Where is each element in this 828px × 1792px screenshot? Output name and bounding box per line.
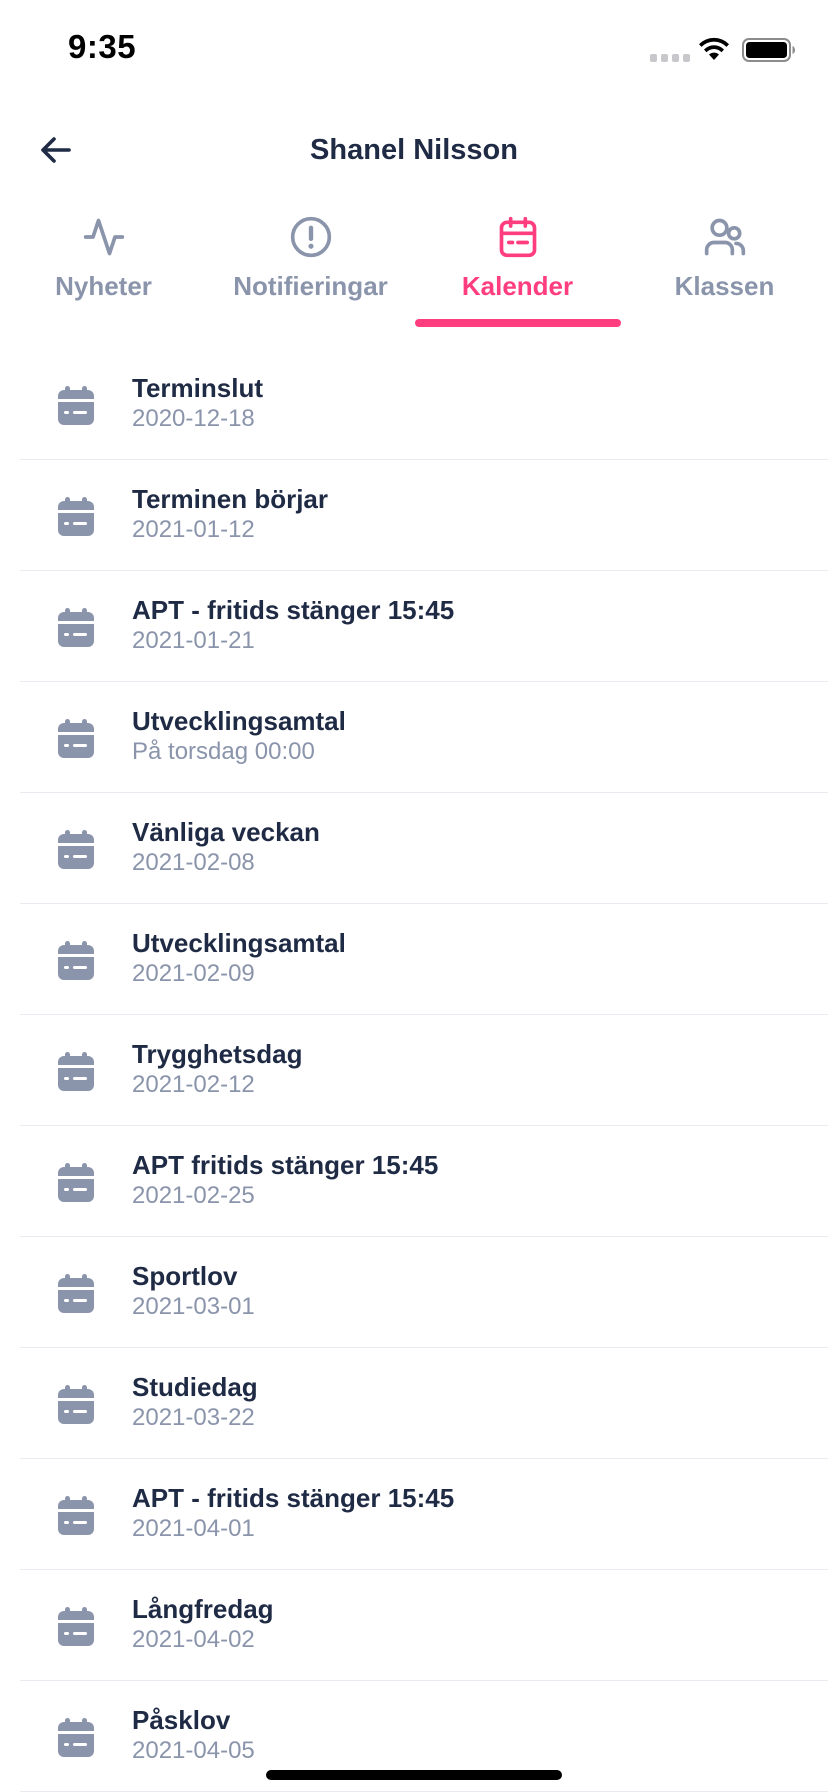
calendar-icon <box>58 386 94 425</box>
list-item[interactable]: APT - fritids stänger 15:45 2021-04-01 <box>20 1459 828 1570</box>
event-title: Påsklov <box>132 1705 231 1735</box>
event-date: 2021-03-01 <box>132 1293 255 1320</box>
users-icon <box>703 215 747 259</box>
event-date: På torsdag 00:00 <box>132 738 315 765</box>
calendar-icon <box>58 830 94 869</box>
list-item[interactable]: Utvecklingsamtal 2021-02-09 <box>20 904 828 1015</box>
tab-label: Notifieringar <box>233 271 388 301</box>
list-item[interactable]: Trygghetsdag 2021-02-12 <box>20 1015 828 1126</box>
event-date: 2021-01-21 <box>132 627 255 654</box>
event-date: 2021-04-05 <box>132 1737 255 1764</box>
list-item[interactable]: Utvecklingsamtal På torsdag 00:00 <box>20 682 828 793</box>
event-title: Sportlov <box>132 1261 238 1291</box>
calendar-icon <box>58 719 94 758</box>
event-date: 2021-04-02 <box>132 1626 255 1653</box>
calendar-icon <box>58 1052 94 1091</box>
event-title: Långfredag <box>132 1594 274 1624</box>
event-title: Utvecklingsamtal <box>132 706 346 736</box>
calendar-icon <box>58 1496 94 1535</box>
event-list: Terminslut 2020-12-18 Terminen börjar 20… <box>20 349 828 1792</box>
calendar-icon <box>58 941 94 980</box>
tab-label: Klassen <box>674 271 775 301</box>
calendar-icon <box>58 1385 94 1424</box>
alert-circle-icon <box>289 215 333 259</box>
event-title: APT fritids stänger 15:45 <box>132 1150 439 1180</box>
event-date: 2021-04-01 <box>132 1515 255 1542</box>
event-date: 2021-02-12 <box>132 1071 255 1098</box>
activity-icon <box>82 215 126 259</box>
calendar-icon <box>58 1163 94 1202</box>
tab-nyheter[interactable]: Nyheter <box>0 215 207 330</box>
status-time: 9:35 <box>68 28 137 65</box>
calendar-icon <box>58 497 94 536</box>
event-date: 2021-02-25 <box>132 1182 255 1209</box>
event-title: Trygghetsdag <box>132 1039 303 1069</box>
event-title: Studiedag <box>132 1372 258 1402</box>
event-date: 2021-02-08 <box>132 849 255 876</box>
list-item[interactable]: APT fritids stänger 15:45 2021-02-25 <box>20 1126 828 1237</box>
event-title: Vänliga veckan <box>132 817 320 847</box>
tab-notifieringar[interactable]: Notifieringar <box>207 215 414 330</box>
event-date: 2021-03-22 <box>132 1404 255 1431</box>
event-date: 2021-02-09 <box>132 960 255 987</box>
tab-kalender[interactable]: Kalender <box>414 215 621 330</box>
tab-bar: Nyheter Notifieringar Kalender Klassen <box>0 215 828 330</box>
event-title: APT - fritids stänger 15:45 <box>132 595 455 625</box>
list-item[interactable]: Sportlov 2021-03-01 <box>20 1237 828 1348</box>
calendar-icon <box>496 215 540 259</box>
wifi-icon <box>699 37 729 60</box>
header: Shanel Nilsson <box>0 110 828 190</box>
event-date: 2021-01-12 <box>132 516 255 543</box>
calendar-icon <box>58 1607 94 1646</box>
list-item[interactable]: Vänliga veckan 2021-02-08 <box>20 793 828 904</box>
tab-klassen[interactable]: Klassen <box>621 215 828 330</box>
active-tab-indicator <box>414 319 621 327</box>
app-screen: 9:35 Shanel Nilsson Nyheter Notifieringa… <box>0 0 828 1792</box>
list-item[interactable]: Terminslut 2020-12-18 <box>20 349 828 460</box>
home-indicator <box>266 1770 562 1780</box>
status-bar: 9:35 <box>0 0 828 100</box>
event-date: 2020-12-18 <box>132 405 255 432</box>
list-item[interactable]: Studiedag 2021-03-22 <box>20 1348 828 1459</box>
calendar-icon <box>58 1718 94 1757</box>
signal-icon <box>650 54 690 62</box>
battery-icon <box>742 38 795 62</box>
list-item[interactable]: Långfredag 2021-04-02 <box>20 1570 828 1681</box>
calendar-icon <box>58 608 94 647</box>
event-title: Terminslut <box>132 373 263 403</box>
page-title: Shanel Nilsson <box>310 134 518 166</box>
list-item[interactable]: APT - fritids stänger 15:45 2021-01-21 <box>20 571 828 682</box>
event-title: Utvecklingsamtal <box>132 928 346 958</box>
calendar-icon <box>58 1274 94 1313</box>
tab-label: Nyheter <box>55 271 152 301</box>
event-title: APT - fritids stänger 15:45 <box>132 1483 455 1513</box>
event-title: Terminen börjar <box>132 484 329 514</box>
tab-label: Kalender <box>461 271 574 301</box>
list-item[interactable]: Terminen börjar 2021-01-12 <box>20 460 828 571</box>
